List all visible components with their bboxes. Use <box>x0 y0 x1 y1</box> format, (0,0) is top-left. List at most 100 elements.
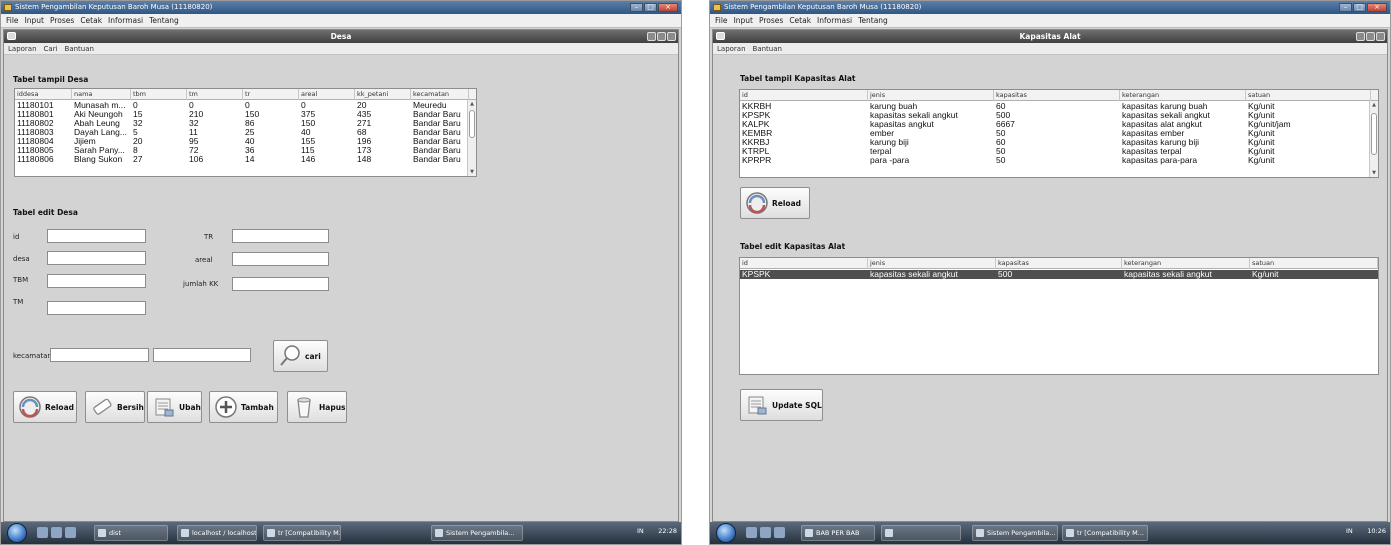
menu-file[interactable]: File <box>715 16 728 25</box>
quicklaunch-icon[interactable] <box>65 527 76 538</box>
table-row[interactable]: 11180806 Blang Sukon 27 106 14 146 148 B… <box>15 155 476 164</box>
maximize-button[interactable]: □ <box>644 3 657 12</box>
menu-bantuan[interactable]: Bantuan <box>753 45 782 53</box>
col-id[interactable]: id <box>740 258 868 269</box>
table-row-selected[interactable]: KPSPK kapasitas sekali angkut 500 kapasi… <box>740 270 1378 279</box>
quicklaunch-icon[interactable] <box>746 527 757 538</box>
tm-field[interactable] <box>47 301 146 315</box>
menu-laporan[interactable]: Laporan <box>8 45 37 53</box>
table-row[interactable]: KPRPR para -para 50 kapasitas para-para … <box>740 156 1378 165</box>
taskbar-item[interactable]: dist <box>94 525 168 541</box>
table-row[interactable]: 11180101 Munasah m... 0 0 0 0 20 Meuredu <box>15 101 476 110</box>
maximize-button[interactable]: □ <box>1353 3 1366 12</box>
taskbar-item[interactable]: tr [Compatibility M... <box>1062 525 1148 541</box>
table-row[interactable]: KKRBH karung buah 60 kapasitas karung bu… <box>740 102 1378 111</box>
id-field[interactable] <box>47 229 146 243</box>
col-keterangan[interactable]: keterangan <box>1122 258 1250 269</box>
clock[interactable]: 22:28 <box>658 527 677 535</box>
menu-informasi[interactable]: Informasi <box>817 16 852 25</box>
cell-keterangan[interactable]: kapasitas sekali angkut <box>1122 270 1250 279</box>
table-row[interactable]: 11180801 Aki Neungoh 15 210 150 375 435 … <box>15 110 476 119</box>
table-scrollbar[interactable]: ▲ ▼ <box>1369 101 1378 177</box>
minimize-button[interactable]: – <box>1339 3 1352 12</box>
close-button[interactable]: × <box>1367 3 1387 12</box>
ubah-button[interactable]: Ubah <box>147 391 202 423</box>
menu-file[interactable]: File <box>6 16 19 25</box>
frame-system-icon[interactable] <box>716 32 725 40</box>
edit-kapasitas-table[interactable]: id jenis kapasitas keterangan satuan KPS… <box>739 257 1379 375</box>
table-row[interactable]: KALPK kapasitas angkut 6667 kapasitas al… <box>740 120 1378 129</box>
col-satuan[interactable]: satuan <box>1250 258 1378 269</box>
col-nama[interactable]: nama <box>72 89 131 100</box>
taskbar-item[interactable]: tr [Compatibility M... <box>263 525 341 541</box>
scroll-thumb[interactable] <box>469 110 475 138</box>
desa-table[interactable]: iddesa nama tbm tm tr areal kk_petani ke… <box>14 88 477 177</box>
menu-bantuan[interactable]: Bantuan <box>65 45 94 53</box>
reload-button[interactable]: Reload <box>740 187 810 219</box>
tbm-field[interactable] <box>47 274 146 288</box>
hapus-button[interactable]: Hapus <box>287 391 347 423</box>
col-kapasitas[interactable]: kapasitas <box>994 90 1120 101</box>
col-jenis[interactable]: jenis <box>868 258 996 269</box>
taskbar-item[interactable] <box>881 525 961 541</box>
col-tm[interactable]: tm <box>187 89 243 100</box>
table-row[interactable]: KKRBJ karung biji 60 kapasitas karung bi… <box>740 138 1378 147</box>
menu-cari[interactable]: Cari <box>44 45 58 53</box>
frame-close-button[interactable] <box>1376 32 1385 41</box>
table-row[interactable]: 11180802 Abah Leung 32 32 86 150 271 Ban… <box>15 119 476 128</box>
table-row[interactable]: KTRPL terpal 50 kapasitas terpal Kg/unit <box>740 147 1378 156</box>
taskbar-item[interactable]: Sistem Pengambila... <box>972 525 1058 541</box>
language-indicator[interactable]: IN <box>1346 527 1353 535</box>
table-row[interactable]: 11180805 Sarah Pany... 8 72 36 115 173 B… <box>15 146 476 155</box>
kecamatan-field[interactable] <box>50 348 149 362</box>
col-iddesa[interactable]: iddesa <box>15 89 72 100</box>
table-scrollbar[interactable]: ▲ ▼ <box>467 100 476 176</box>
col-satuan[interactable]: satuan <box>1246 90 1371 101</box>
close-button[interactable]: × <box>658 3 678 12</box>
menu-cetak[interactable]: Cetak <box>789 16 811 25</box>
frame-close-button[interactable] <box>667 32 676 41</box>
quicklaunch-icon[interactable] <box>51 527 62 538</box>
taskbar-item[interactable]: Sistem Pengambila... <box>431 525 523 541</box>
menu-informasi[interactable]: Informasi <box>108 16 143 25</box>
menu-input[interactable]: Input <box>734 16 753 25</box>
menu-proses[interactable]: Proses <box>759 16 783 25</box>
table-row[interactable]: KPSPK kapasitas sekali angkut 500 kapasi… <box>740 111 1378 120</box>
kapasitas-table[interactable]: id jenis kapasitas keterangan satuan KKR… <box>739 89 1379 178</box>
scroll-down-icon[interactable]: ▼ <box>1371 170 1377 176</box>
col-id[interactable]: id <box>740 90 868 101</box>
col-tr[interactable]: tr <box>243 89 299 100</box>
frame-maximize-button[interactable] <box>1366 32 1375 41</box>
cell-kapasitas[interactable]: 500 <box>996 270 1122 279</box>
taskbar-item[interactable]: BAB PER BAB <box>801 525 875 541</box>
clock[interactable]: 10:26 <box>1367 527 1386 535</box>
frame-maximize-button[interactable] <box>657 32 666 41</box>
col-keterangan[interactable]: keterangan <box>1120 90 1246 101</box>
tr-field[interactable] <box>232 229 329 243</box>
jumlah-kk-field[interactable] <box>232 277 329 291</box>
cari-button[interactable]: cari <box>273 340 328 372</box>
update-sql-button[interactable]: Update SQL <box>740 389 823 421</box>
cell-jenis[interactable]: kapasitas sekali angkut <box>868 270 996 279</box>
minimize-button[interactable]: – <box>630 3 643 12</box>
frame-minimize-button[interactable] <box>1356 32 1365 41</box>
table-row[interactable]: KEMBR ember 50 kapasitas ember Kg/unit <box>740 129 1378 138</box>
cell-id[interactable]: KPSPK <box>740 270 868 279</box>
col-tbm[interactable]: tbm <box>131 89 187 100</box>
tambah-button[interactable]: Tambah <box>209 391 278 423</box>
start-button[interactable] <box>7 523 27 543</box>
col-jenis[interactable]: jenis <box>868 90 994 101</box>
scroll-up-icon[interactable]: ▲ <box>1371 102 1377 108</box>
col-kapasitas[interactable]: kapasitas <box>996 258 1122 269</box>
quicklaunch-icon[interactable] <box>774 527 785 538</box>
reload-button[interactable]: Reload <box>13 391 77 423</box>
menu-laporan[interactable]: Laporan <box>717 45 746 53</box>
kecamatan-name-field[interactable] <box>153 348 251 362</box>
col-kecamatan[interactable]: kecamatan <box>411 89 469 100</box>
quicklaunch-icon[interactable] <box>37 527 48 538</box>
language-indicator[interactable]: IN <box>637 527 644 535</box>
col-areal[interactable]: areal <box>299 89 355 100</box>
bersih-button[interactable]: Bersih <box>85 391 145 423</box>
scroll-thumb[interactable] <box>1371 113 1377 155</box>
frame-system-icon[interactable] <box>7 32 16 40</box>
